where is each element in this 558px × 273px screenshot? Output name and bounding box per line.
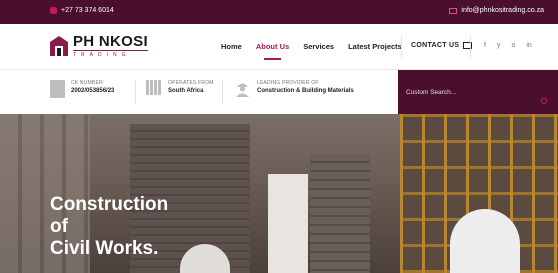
ck-number-value: 2002/053856/23 [71, 88, 115, 94]
leading-provider-label: LEADING PROVIDER OF [257, 80, 319, 86]
info-divider [135, 80, 136, 104]
phone-icon [50, 7, 57, 14]
operates-from-value: South Africa [168, 88, 204, 94]
hero-title: Construction of Civil Works. [50, 194, 168, 260]
building-image [268, 174, 308, 273]
info-divider [222, 80, 223, 104]
contact-us-label: CONTACT US [411, 42, 460, 49]
hero-title-line: Civil Works. [50, 238, 159, 259]
building-image [310, 154, 370, 273]
operates-from-label: OPERATES FROM [168, 80, 214, 86]
leading-provider-value: Construction & Building Materials [257, 88, 354, 94]
phone-number: +27 73 374 6014 [61, 7, 114, 14]
document-icon [50, 80, 65, 98]
mail-icon [449, 7, 458, 14]
site-logo[interactable]: PH NKOSI TRADING [48, 34, 148, 58]
search-bar [398, 70, 558, 114]
hero-banner: Construction of Civil Works. [0, 114, 558, 273]
envelope-icon [463, 42, 473, 49]
operates-from-info: OPERATES FROM South Africa [146, 80, 214, 95]
twitter-icon[interactable]: y [497, 42, 501, 49]
email-address: info@phnkositrading.co.za [461, 7, 544, 14]
leading-provider-info: LEADING PROVIDER OF Construction & Build… [234, 80, 354, 97]
email-contact[interactable]: info@phnkositrading.co.za [449, 7, 544, 14]
logo-subtitle: TRADING [73, 50, 148, 58]
facebook-icon[interactable]: f [484, 42, 486, 49]
ck-number-info: CK NUMBER: 2002/053856/23 [50, 80, 114, 98]
nav-item-services[interactable]: Services [303, 42, 334, 51]
building-icon [146, 80, 162, 95]
contact-us-button[interactable]: CONTACT US [411, 42, 473, 49]
search-input[interactable] [406, 70, 536, 114]
logo-mark-icon [50, 36, 68, 56]
main-navigation: PH NKOSI TRADING Home About Us Services … [0, 24, 558, 70]
instagram-icon[interactable]: o [511, 42, 515, 49]
worker-icon [236, 83, 249, 97]
linkedin-icon[interactable]: in [526, 42, 531, 49]
hero-title-line: Construction [50, 194, 169, 215]
logo-name: PH NKOSI [73, 33, 148, 50]
hero-title-line: of [50, 216, 68, 237]
ck-number-label: CK NUMBER: [71, 80, 105, 86]
social-links: f y o in [484, 42, 532, 49]
phone-contact[interactable]: +27 73 374 6014 [50, 7, 114, 14]
worker-helmet-image [450, 209, 520, 273]
nav-menu: Home About Us Services Latest Projects [221, 42, 402, 60]
top-bar: +27 73 374 6014 info@phnkositrading.co.z… [0, 0, 558, 24]
nav-item-home[interactable]: Home [221, 42, 242, 51]
nav-divider [470, 36, 471, 58]
search-icon[interactable] [541, 98, 547, 104]
nav-divider [401, 36, 402, 58]
nav-item-latest-projects[interactable]: Latest Projects [348, 42, 402, 51]
nav-item-about-us[interactable]: About Us [256, 42, 289, 60]
